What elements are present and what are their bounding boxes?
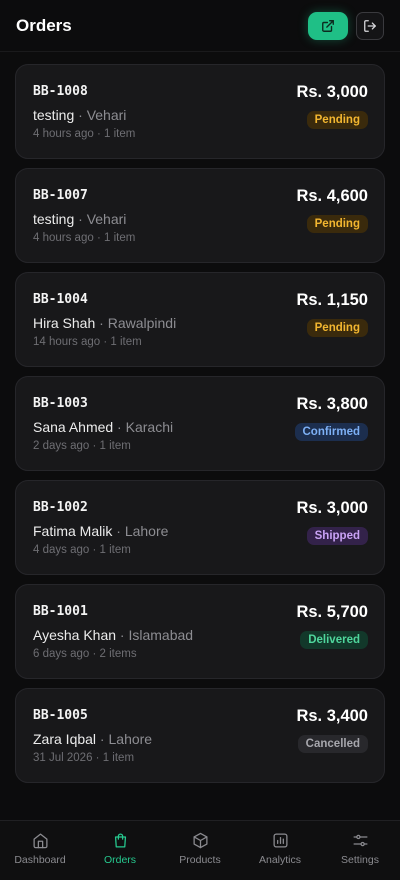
tab-label: Settings bbox=[341, 854, 379, 866]
tab-label: Analytics bbox=[258, 854, 301, 866]
logout-icon bbox=[364, 19, 376, 32]
customer-city: Lahore bbox=[108, 731, 153, 747]
order-id: BB-1004 bbox=[33, 292, 88, 307]
order-time: 4 days ago bbox=[33, 544, 90, 556]
tab-settings[interactable]: Settings bbox=[320, 821, 400, 880]
customer-line: Zara Iqbal · Lahore bbox=[33, 731, 153, 747]
order-time: 4 hours ago bbox=[33, 128, 94, 140]
item-count: 1 item bbox=[99, 440, 131, 452]
order-amount: Rs. 3,000 bbox=[296, 83, 368, 101]
tab-label: Products bbox=[179, 854, 221, 866]
order-amount: Rs. 4,600 bbox=[296, 187, 368, 205]
item-count: 2 items bbox=[99, 648, 137, 660]
order-meta: 2 days ago · 1 item bbox=[33, 440, 131, 452]
customer-name: testing bbox=[33, 211, 75, 227]
order-time: 2 days ago bbox=[33, 440, 90, 452]
customer-line: Ayesha Khan · Islamabad bbox=[33, 627, 194, 643]
order-id: BB-1007 bbox=[33, 188, 88, 203]
logout-button[interactable] bbox=[356, 11, 384, 40]
customer-city: Karachi bbox=[125, 419, 174, 435]
order-amount: Rs. 5,700 bbox=[296, 603, 368, 621]
status-badge: Pending bbox=[306, 319, 368, 337]
customer-name: Ayesha Khan bbox=[33, 627, 117, 643]
order-card[interactable]: BB-1007 testing · Vehari 4 hours ago · 1… bbox=[15, 168, 385, 263]
order-id: BB-1005 bbox=[33, 708, 88, 723]
order-amount: Rs. 3,400 bbox=[296, 707, 368, 725]
order-card[interactable]: BB-1001 Ayesha Khan · Islamabad 6 days a… bbox=[15, 584, 385, 679]
customer-city: Vehari bbox=[86, 107, 127, 123]
home-icon bbox=[32, 833, 48, 849]
status-badge: Confirmed bbox=[294, 423, 368, 441]
customer-city: Islamabad bbox=[128, 627, 194, 643]
status-badge: Cancelled bbox=[297, 735, 368, 753]
customer-name: Zara Iqbal bbox=[33, 731, 97, 747]
order-time: 31 Jul 2026 bbox=[33, 752, 93, 764]
order-amount: Rs. 1,150 bbox=[296, 291, 368, 309]
customer-name: Sana Ahmed bbox=[33, 419, 114, 435]
tab-orders[interactable]: Orders bbox=[80, 821, 160, 880]
customer-line: Sana Ahmed · Karachi bbox=[33, 419, 174, 435]
customer-city: Vehari bbox=[86, 211, 127, 227]
shopping-bag-icon bbox=[114, 833, 126, 848]
order-id: BB-1002 bbox=[33, 500, 88, 515]
order-card[interactable]: BB-1003 Sana Ahmed · Karachi 2 days ago … bbox=[15, 376, 385, 471]
status-badge: Pending bbox=[306, 215, 368, 233]
sliders-icon bbox=[352, 834, 368, 847]
item-count: 1 item bbox=[99, 544, 131, 556]
header-actions bbox=[308, 11, 384, 40]
status-badge: Pending bbox=[306, 111, 368, 129]
tab-label: Orders bbox=[103, 854, 137, 866]
order-meta: 14 hours ago · 1 item bbox=[33, 336, 142, 348]
order-meta: 4 hours ago · 1 item bbox=[33, 128, 136, 140]
customer-name: testing bbox=[33, 107, 75, 123]
customer-line: testing · Vehari bbox=[33, 107, 127, 123]
customer-city: Lahore bbox=[124, 523, 169, 539]
order-id: BB-1008 bbox=[33, 84, 88, 99]
order-time: 14 hours ago bbox=[33, 336, 101, 348]
order-card[interactable]: BB-1005 Zara Iqbal · Lahore 31 Jul 2026 … bbox=[15, 688, 385, 783]
customer-name: Hira Shah bbox=[33, 315, 96, 331]
external-link-icon bbox=[322, 19, 334, 32]
tab-dashboard[interactable]: Dashboard bbox=[0, 821, 80, 880]
order-meta: 4 hours ago · 1 item bbox=[33, 232, 136, 244]
item-count: 1 item bbox=[110, 336, 142, 348]
order-id: BB-1001 bbox=[33, 604, 88, 619]
customer-line: Hira Shah · Rawalpindi bbox=[33, 315, 177, 331]
customer-line: Fatima Malik · Lahore bbox=[33, 523, 169, 539]
export-button[interactable] bbox=[308, 11, 348, 40]
status-badge: Shipped bbox=[306, 527, 368, 545]
order-meta: 6 days ago · 2 items bbox=[33, 648, 137, 660]
order-amount: Rs. 3,000 bbox=[296, 499, 368, 517]
box-icon bbox=[192, 832, 208, 849]
item-count: 1 item bbox=[102, 752, 135, 764]
order-amount: Rs. 3,800 bbox=[296, 395, 368, 413]
order-meta: 31 Jul 2026 · 1 item bbox=[33, 752, 135, 764]
tab-label: Dashboard bbox=[14, 854, 66, 866]
order-card[interactable]: BB-1004 Hira Shah · Rawalpindi 14 hours … bbox=[15, 272, 385, 367]
page-title: Orders bbox=[16, 15, 72, 35]
status-badge: Delivered bbox=[300, 631, 368, 649]
order-card[interactable]: BB-1002 Fatima Malik · Lahore 4 days ago… bbox=[15, 480, 385, 575]
tab-products[interactable]: Products bbox=[160, 821, 240, 880]
orders-list: BB-1008 testing · Vehari 4 hours ago · 1… bbox=[15, 64, 385, 783]
bar-chart-icon bbox=[272, 833, 288, 848]
item-count: 1 item bbox=[103, 128, 136, 140]
order-meta: 4 days ago · 1 item bbox=[33, 544, 131, 556]
customer-city: Rawalpindi bbox=[107, 315, 177, 331]
item-count: 1 item bbox=[103, 232, 136, 244]
order-time: 4 hours ago bbox=[33, 232, 94, 244]
customer-line: testing · Vehari bbox=[33, 211, 127, 227]
bottom-tab-bar: Dashboard Orders Products Analytics Sett… bbox=[0, 820, 400, 880]
app-header: Orders bbox=[0, 0, 400, 52]
order-id: BB-1003 bbox=[33, 396, 88, 411]
order-card[interactable]: BB-1008 testing · Vehari 4 hours ago · 1… bbox=[15, 64, 385, 159]
order-time: 6 days ago bbox=[33, 648, 90, 660]
tab-analytics[interactable]: Analytics bbox=[240, 821, 320, 880]
customer-name: Fatima Malik bbox=[33, 523, 113, 539]
